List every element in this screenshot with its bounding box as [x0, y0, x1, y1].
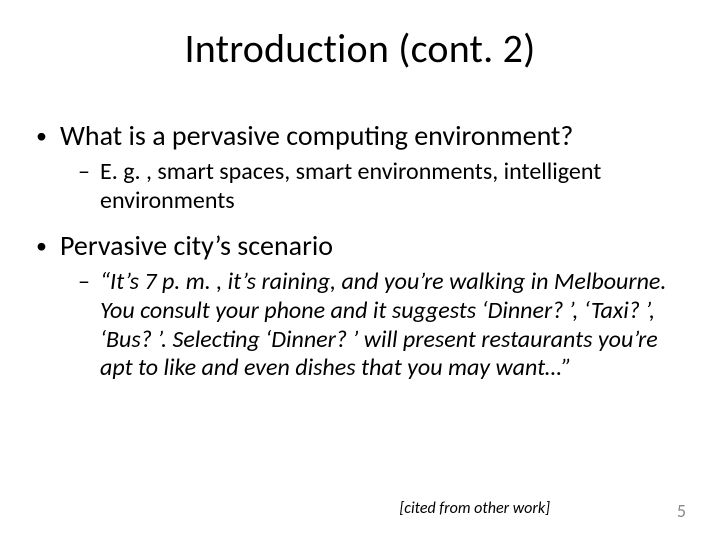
- slide: Introduction (cont. 2) • What is a perva…: [0, 0, 720, 540]
- bullet-level2: – E. g. , smart spaces, smart environmen…: [78, 158, 684, 216]
- bullet-dot-icon: •: [36, 120, 60, 152]
- bullet-subtext: E. g. , smart spaces, smart environments…: [100, 158, 684, 216]
- bullet-text: What is a pervasive computing environmen…: [60, 120, 573, 152]
- slide-body: • What is a pervasive computing environm…: [36, 120, 684, 397]
- slide-title: Introduction (cont. 2): [0, 24, 720, 73]
- bullet-dash-icon: –: [78, 268, 100, 297]
- page-number: 5: [677, 500, 686, 522]
- bullet-text: Pervasive city’s scenario: [60, 230, 333, 262]
- bullet-dash-icon: –: [78, 158, 100, 187]
- bullet-dot-icon: •: [36, 230, 60, 262]
- bullet-level1: • What is a pervasive computing environm…: [36, 120, 684, 152]
- bullet-level2: – “It’s 7 p. m. , it’s raining, and you’…: [78, 268, 684, 383]
- citation-note: [cited from other work]: [399, 499, 550, 518]
- bullet-subtext: “It’s 7 p. m. , it’s raining, and you’re…: [100, 268, 684, 383]
- bullet-level1: • Pervasive city’s scenario: [36, 230, 684, 262]
